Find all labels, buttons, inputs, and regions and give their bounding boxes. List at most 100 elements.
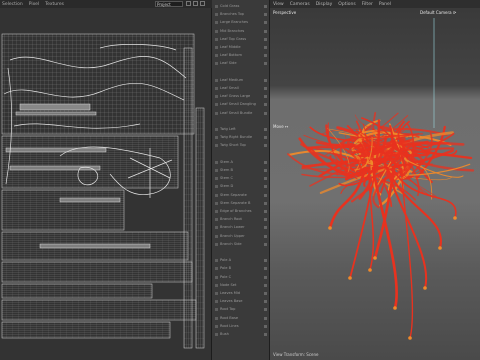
vine-tip — [373, 256, 377, 260]
list-item[interactable]: Twig Short Top — [214, 143, 268, 148]
list-item[interactable]: Leaf Small — [214, 86, 268, 91]
viewport-3d-canvas[interactable] — [270, 8, 480, 360]
visibility-icon[interactable] — [264, 46, 267, 49]
visibility-icon[interactable] — [264, 177, 267, 181]
list-item[interactable]: Stem A — [214, 160, 268, 165]
visibility-icon[interactable] — [264, 128, 267, 131]
visibility-icon[interactable] — [264, 78, 267, 82]
viewport-menu-panel[interactable]: Panel — [379, 2, 391, 7]
list-item[interactable]: Leaf Side — [214, 61, 268, 66]
vine-tip — [453, 216, 457, 220]
visibility-icon[interactable] — [264, 21, 267, 25]
settings-icon[interactable] — [193, 1, 198, 6]
list-item[interactable]: Leaf Middle — [214, 45, 268, 50]
list-item[interactable]: Large Branches — [214, 20, 268, 25]
list-item[interactable]: Leaf Small Bundle — [214, 111, 268, 116]
grid-icon[interactable] — [186, 1, 191, 6]
visibility-icon[interactable] — [264, 136, 267, 140]
list-item[interactable]: Node Set — [214, 283, 268, 288]
list-item[interactable]: Root Base — [214, 316, 268, 321]
viewport-menu-cameras[interactable]: Cameras — [290, 2, 310, 7]
camera-label[interactable]: Default Camera ⟳ — [420, 10, 456, 15]
list-item[interactable]: Pole B — [214, 266, 268, 271]
visibility-icon[interactable] — [264, 5, 267, 8]
uv-menu-selection[interactable]: Selection — [2, 2, 23, 7]
list-item[interactable]: Root Top — [214, 307, 268, 312]
visibility-icon[interactable] — [264, 201, 267, 205]
list-item[interactable]: Branch Side — [214, 242, 268, 247]
visibility-icon[interactable] — [264, 308, 267, 312]
list-item[interactable]: Branch Lower — [214, 225, 268, 230]
visibility-icon[interactable] — [264, 169, 267, 172]
visibility-icon[interactable] — [264, 300, 267, 304]
visibility-icon[interactable] — [264, 103, 267, 107]
visibility-icon[interactable] — [264, 275, 267, 279]
list-item[interactable]: Stem D — [214, 184, 268, 189]
visibility-icon[interactable] — [264, 283, 267, 287]
vine-tip — [368, 268, 372, 272]
visibility-icon[interactable] — [264, 29, 267, 33]
visibility-icon[interactable] — [264, 160, 267, 164]
visibility-icon[interactable] — [264, 87, 267, 90]
vine-tip — [423, 286, 427, 290]
list-item[interactable]: Stem B — [214, 168, 268, 173]
viewport-menu-display[interactable]: Display — [316, 2, 333, 7]
list-item[interactable]: Edge of Branches — [214, 209, 268, 214]
list-item[interactable]: Leaf Medium — [214, 78, 268, 83]
perspective-label[interactable]: Perspective — [273, 10, 296, 15]
visibility-icon[interactable] — [264, 218, 267, 222]
list-item[interactable]: Pole A — [214, 258, 268, 263]
visibility-icon[interactable] — [264, 62, 267, 66]
list-item[interactable]: Bush — [214, 332, 268, 337]
visibility-icon[interactable] — [264, 54, 267, 58]
visibility-icon[interactable] — [264, 111, 267, 115]
visibility-icon[interactable] — [264, 185, 267, 189]
uv-menu-pixel[interactable]: Pixel — [29, 2, 39, 7]
visibility-icon[interactable] — [264, 259, 267, 263]
visibility-icon[interactable] — [264, 267, 267, 271]
list-item[interactable]: Stem Separate — [214, 193, 268, 198]
visibility-icon[interactable] — [264, 226, 267, 230]
list-item[interactable]: Branch Upper — [214, 234, 268, 239]
list-item[interactable]: Leaves Base — [214, 299, 268, 304]
list-item[interactable]: Leaf Bottom — [214, 53, 268, 58]
viewport-menu-filter[interactable]: Filter — [362, 2, 373, 7]
list-item[interactable]: Mid Branches — [214, 29, 268, 34]
list-item[interactable]: Leaf Top Grass — [214, 37, 268, 42]
list-item[interactable]: Cold Grass — [214, 4, 268, 9]
list-item[interactable]: Pole C — [214, 275, 268, 280]
list-item[interactable]: Twig Right Bundle — [214, 135, 268, 140]
viewport-menu-options[interactable]: Options — [338, 2, 355, 7]
list-item[interactable]: Branches Top — [214, 12, 268, 17]
uv-menu-textures[interactable]: Textures — [45, 2, 64, 7]
viewport-panel: View Cameras Display Options Filter Pane… — [270, 0, 480, 360]
list-item[interactable]: Twig Left — [214, 127, 268, 132]
project-select[interactable]: Project — [155, 1, 183, 7]
list-item[interactable]: Stem C — [214, 176, 268, 181]
list-item[interactable]: Leaves Mid — [214, 291, 268, 296]
visibility-icon[interactable] — [264, 242, 267, 246]
list-item[interactable]: Stem Separate B — [214, 201, 268, 206]
visibility-icon[interactable] — [264, 316, 267, 320]
visibility-icon[interactable] — [264, 292, 267, 295]
visibility-icon[interactable] — [264, 95, 267, 99]
layout-icon[interactable] — [200, 1, 205, 6]
list-item[interactable]: Branch Root — [214, 217, 268, 222]
uv-islands — [1, 33, 205, 349]
uv-editor-panel: Selection Pixel Textures Project — [0, 0, 212, 360]
viewport-menubar: View Cameras Display Options Filter Pane… — [270, 0, 480, 8]
visibility-icon[interactable] — [264, 193, 267, 197]
visibility-icon[interactable] — [264, 13, 267, 17]
visibility-icon[interactable] — [264, 324, 267, 328]
visibility-icon[interactable] — [264, 333, 267, 336]
uv-layout-canvas[interactable] — [0, 8, 212, 360]
move-label: Move ↔ — [273, 124, 289, 129]
visibility-icon[interactable] — [264, 234, 267, 238]
visibility-icon[interactable] — [264, 37, 267, 41]
list-item[interactable]: Leaf Grass Large — [214, 94, 268, 99]
list-item[interactable]: Leaf Small Dangling — [214, 102, 268, 107]
visibility-icon[interactable] — [264, 210, 267, 213]
viewport-menu-view[interactable]: View — [273, 2, 284, 7]
visibility-icon[interactable] — [264, 144, 267, 148]
list-item[interactable]: Root Lines — [214, 324, 268, 329]
